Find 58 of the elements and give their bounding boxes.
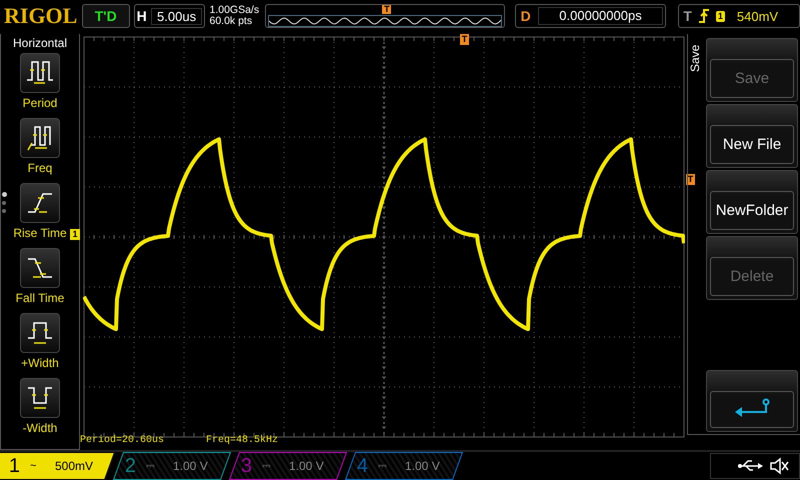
measure-button[interactable] — [20, 118, 60, 158]
usb-icon — [737, 459, 763, 473]
measure-button[interactable] — [20, 378, 60, 418]
timebase-panel[interactable]: H 5.00us — [134, 4, 206, 28]
timebase-value: 5.00us — [150, 8, 202, 24]
coupling-symbol: ⎓ — [378, 460, 388, 472]
memory-depth: 60.0k pts — [209, 16, 254, 27]
trigger-position-marker: T — [382, 5, 392, 14]
trigger-level: 540mV — [736, 8, 778, 24]
channel-marker: 1 — [70, 229, 80, 240]
channel-scale: 1.00 V — [289, 459, 324, 473]
measurement-readout: Period=20.60us — [80, 435, 164, 446]
trigger-source: 1 — [716, 10, 725, 22]
logo: RIGOL — [4, 3, 78, 29]
measure-label: Fall Time — [16, 291, 64, 305]
channel-tab[interactable]: 2 ⎓ 1.00 V — [112, 452, 232, 480]
measure-label: -Width — [22, 421, 58, 435]
channel-number: 2 — [125, 454, 136, 478]
delay-label: D — [520, 8, 532, 24]
menu-button[interactable]: New File — [706, 104, 798, 168]
delay-panel[interactable]: D 0.00000000ps — [514, 4, 666, 28]
channel-scale: 1.00 V — [405, 459, 440, 473]
channel-tab[interactable]: 3 ⎓ 1.00 V — [228, 452, 348, 480]
menu-title: Save — [688, 43, 703, 74]
trigger-position-marker: T — [460, 34, 469, 45]
coupling-symbol: ~ — [30, 460, 37, 472]
muted-speaker-icon — [769, 457, 789, 475]
back-button[interactable] — [706, 370, 798, 432]
sample-rate: 1.00GSa/s — [209, 5, 260, 16]
trigger-label: T — [683, 8, 692, 24]
measure-label: Period — [22, 96, 58, 110]
measure-button[interactable] — [20, 248, 60, 288]
coupling-symbol: ⎓ — [262, 460, 272, 472]
channel-scale: 500mV — [54, 459, 93, 473]
rising-edge-icon — [698, 8, 710, 24]
page-dot[interactable] — [2, 201, 6, 205]
menu-button[interactable]: NewFolder — [706, 170, 798, 234]
channel-number: 1 — [9, 454, 20, 478]
measure-button[interactable] — [20, 183, 60, 223]
channel-tab[interactable]: 1 ~ 500mV — [0, 452, 116, 480]
measure-label: Freq — [28, 161, 52, 175]
timebase-label: H — [136, 8, 148, 24]
page-dot[interactable] — [2, 209, 6, 213]
channel-tab[interactable]: 4 ⎓ 1.00 V — [344, 452, 464, 480]
page-dot[interactable] — [2, 192, 7, 197]
run-status: T'D — [82, 4, 130, 28]
measure-button[interactable] — [20, 313, 60, 353]
coupling-symbol: ⎓ — [146, 460, 156, 472]
measurement-readout: Freq=48.5kHz — [206, 435, 278, 446]
measure-button[interactable] — [20, 53, 60, 93]
channel-number: 3 — [241, 454, 252, 478]
channel-number: 4 — [357, 454, 368, 478]
channel-scale: 1.00 V — [173, 459, 208, 473]
menu-title: Horizontal — [12, 36, 68, 50]
delay-value: 0.00000000ps — [538, 7, 664, 25]
measure-label: Rise Time — [13, 226, 67, 240]
trigger-panel[interactable]: T 1 540mV — [678, 4, 800, 28]
measure-label: +Width — [21, 356, 59, 370]
